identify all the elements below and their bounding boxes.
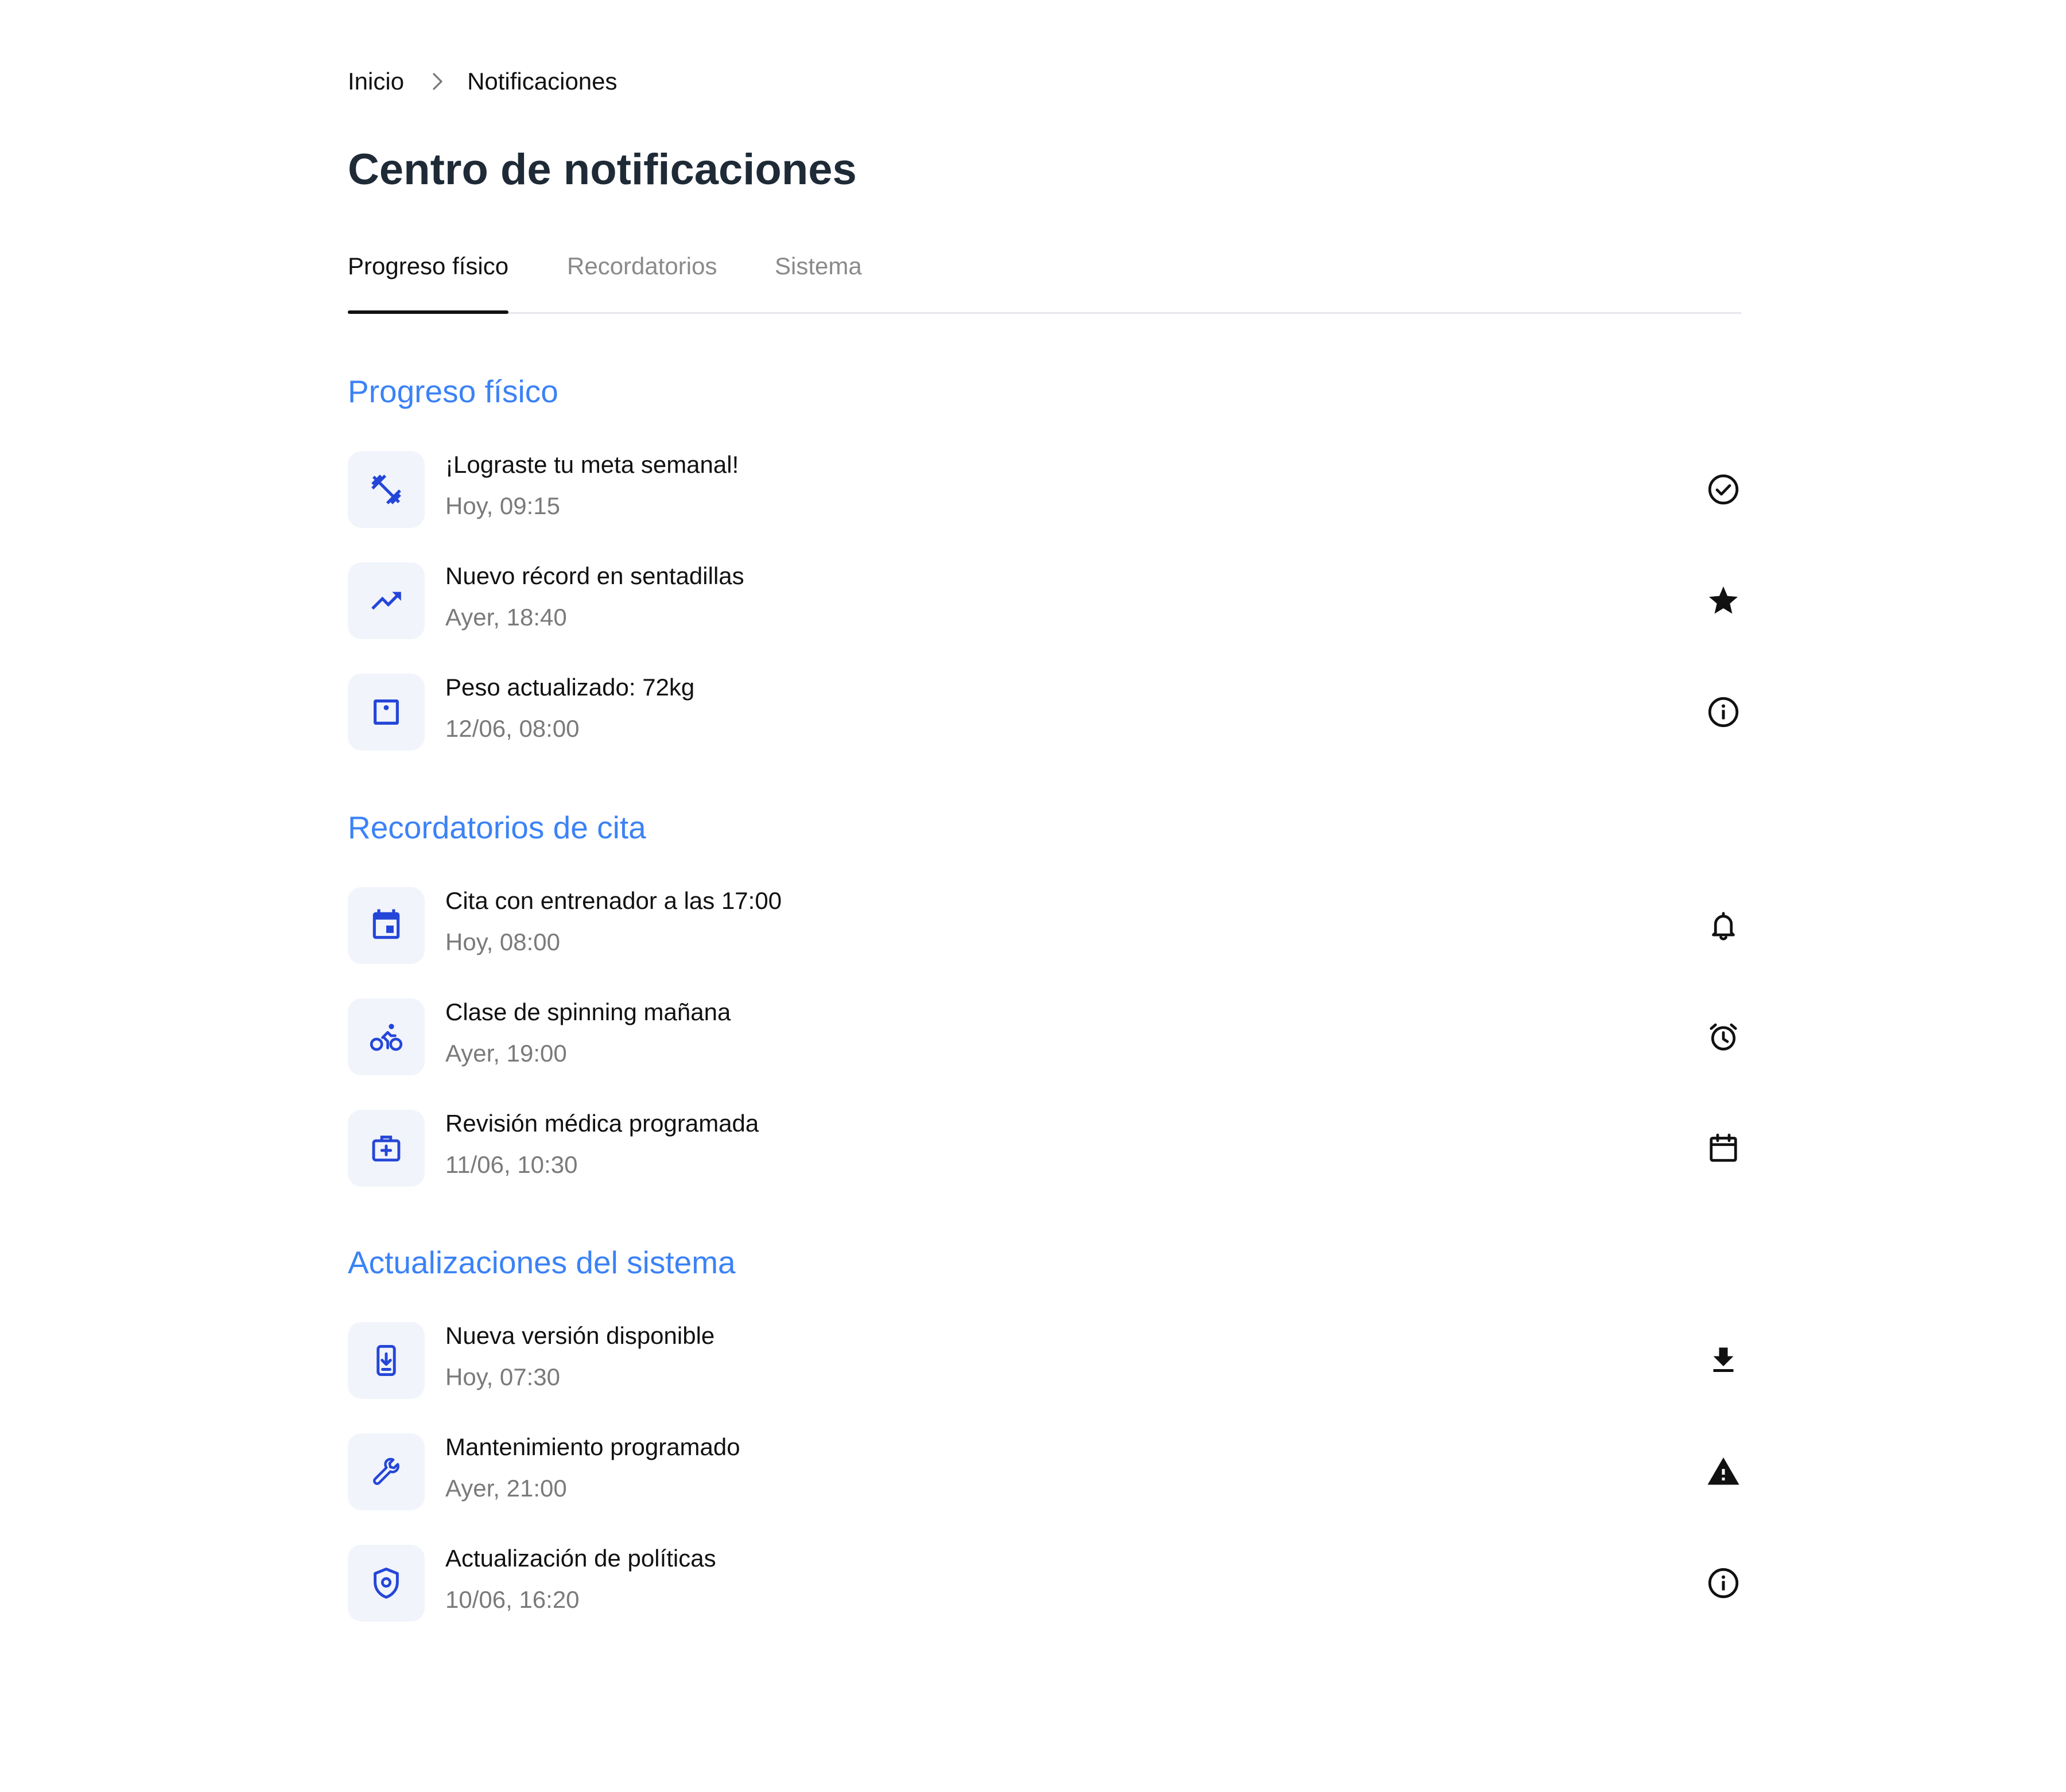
notification-title: Nuevo récord en sentadillas xyxy=(445,562,744,589)
notification-time: Ayer, 21:00 xyxy=(445,1475,567,1502)
alarm-icon[interactable] xyxy=(1706,1019,1741,1055)
medical-bag-icon xyxy=(348,1110,425,1187)
notification-item[interactable]: Clase de spinning mañana Ayer, 19:00 xyxy=(348,998,1741,1076)
shield-icon xyxy=(348,1545,425,1622)
star-icon[interactable] xyxy=(1706,583,1741,619)
notification-time: Ayer, 18:40 xyxy=(445,604,567,631)
chevron-right-icon xyxy=(430,71,445,92)
tab-bar: Progreso físico Recordatorios Sistema xyxy=(348,252,1741,314)
tab-progreso-fisico[interactable]: Progreso físico xyxy=(348,252,509,314)
notification-time: 10/06, 16:20 xyxy=(445,1586,580,1613)
notification-time: Hoy, 08:00 xyxy=(445,928,561,955)
download-icon[interactable] xyxy=(1706,1343,1741,1378)
notification-time: Hoy, 07:30 xyxy=(445,1363,561,1390)
calendar-icon[interactable] xyxy=(1706,1130,1741,1166)
notification-item[interactable]: Nueva versión disponible Hoy, 07:30 xyxy=(348,1322,1741,1400)
section-title-progreso: Progreso físico xyxy=(348,374,558,409)
notification-center-page: Inicio Notificaciones Centro de notifica… xyxy=(0,0,2066,1792)
info-icon[interactable] xyxy=(1706,694,1741,730)
notification-title: Revisión médica programada xyxy=(445,1110,759,1137)
notification-item[interactable]: Revisión médica programada 11/06, 10:30 xyxy=(348,1110,1741,1188)
notification-item[interactable]: Mantenimiento programado Ayer, 21:00 xyxy=(348,1433,1741,1511)
notification-title: Peso actualizado: 72kg xyxy=(445,674,695,701)
notification-time: 11/06, 10:30 xyxy=(445,1151,578,1178)
trending-up-icon xyxy=(348,562,425,639)
breadcrumb: Inicio Notificaciones xyxy=(348,68,618,95)
notification-time: Hoy, 09:15 xyxy=(445,492,561,519)
notification-time: 12/06, 08:00 xyxy=(445,715,580,742)
notification-item[interactable]: Nuevo récord en sentadillas Ayer, 18:40 xyxy=(348,562,1741,640)
warning-icon[interactable] xyxy=(1706,1454,1741,1490)
wrench-icon xyxy=(348,1433,425,1510)
notification-title: Mantenimiento programado xyxy=(445,1433,740,1460)
notification-title: Cita con entrenador a las 17:00 xyxy=(445,887,782,914)
notification-title: Clase de spinning mañana xyxy=(445,998,731,1025)
notification-item[interactable]: Peso actualizado: 72kg 12/06, 08:00 xyxy=(348,674,1741,752)
calendar-event-icon xyxy=(348,887,425,964)
notification-item[interactable]: Cita con entrenador a las 17:00 Hoy, 08:… xyxy=(348,887,1741,965)
bike-icon xyxy=(348,998,425,1075)
scale-icon xyxy=(348,674,425,751)
breadcrumb-current: Notificaciones xyxy=(467,68,618,95)
breadcrumb-home-link[interactable]: Inicio xyxy=(348,68,404,95)
bell-icon[interactable] xyxy=(1706,908,1741,943)
notification-item[interactable]: ¡Lograste tu meta semanal! Hoy, 09:15 xyxy=(348,451,1741,529)
section-title-recordatorios: Recordatorios de cita xyxy=(348,810,646,845)
notification-title: Nueva versión disponible xyxy=(445,1322,715,1349)
tab-sistema[interactable]: Sistema xyxy=(775,252,862,312)
page-title: Centro de notificaciones xyxy=(348,145,857,194)
notification-title: Actualización de políticas xyxy=(445,1545,716,1572)
section-title-sistema: Actualizaciones del sistema xyxy=(348,1245,736,1280)
notification-time: Ayer, 19:00 xyxy=(445,1040,567,1067)
tab-recordatorios[interactable]: Recordatorios xyxy=(567,252,717,312)
dumbbell-icon xyxy=(348,451,425,528)
notification-title: ¡Lograste tu meta semanal! xyxy=(445,451,739,478)
info-icon[interactable] xyxy=(1706,1565,1741,1601)
notification-item[interactable]: Actualización de políticas 10/06, 16:20 xyxy=(348,1545,1741,1623)
check-circle-icon[interactable] xyxy=(1706,472,1741,507)
phone-download-icon xyxy=(348,1322,425,1399)
